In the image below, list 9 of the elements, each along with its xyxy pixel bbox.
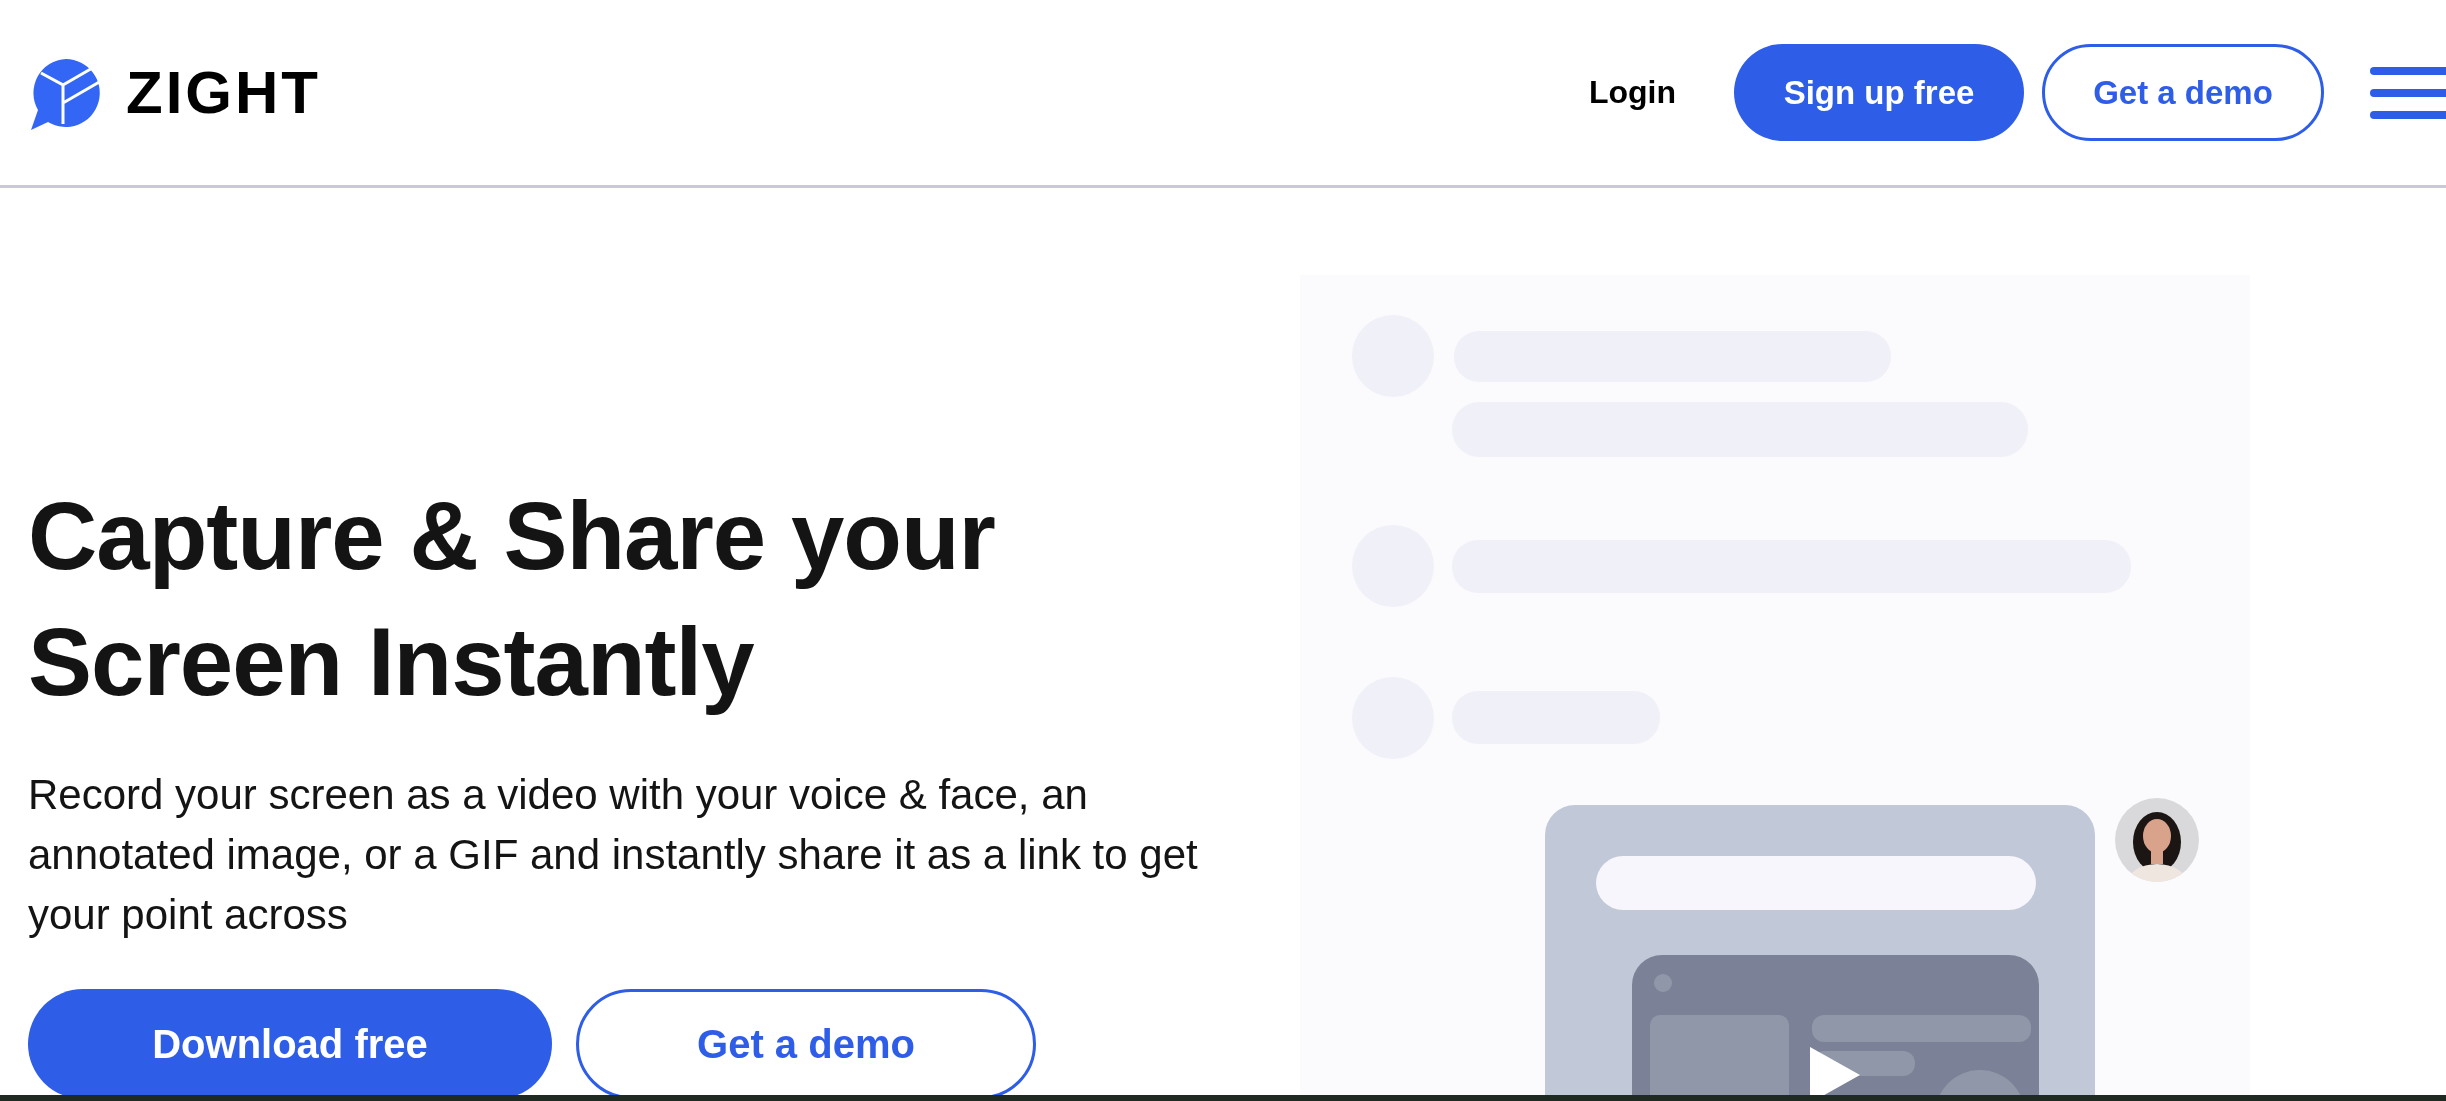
hero-description: Record your screen as a video with your voice & face, an annotated image, or a GIF and instantly share it as a link to get your point across <box>28 770 1199 940</box>
sign-up-button[interactable]: Sign up free <box>1734 44 2024 141</box>
menu-icon[interactable] <box>2370 64 2446 121</box>
login-link[interactable]: Login <box>1588 74 1676 111</box>
download-button[interactable]: Download free <box>28 989 552 1095</box>
logo-text[interactable]: ZIGHT <box>126 58 321 127</box>
hero-title: Capture & Share your Screen Instantly <box>28 481 996 717</box>
demo-button[interactable]: Get a demo <box>2042 44 2324 141</box>
demo-button[interactable]: Get a demo <box>576 989 1036 1095</box>
